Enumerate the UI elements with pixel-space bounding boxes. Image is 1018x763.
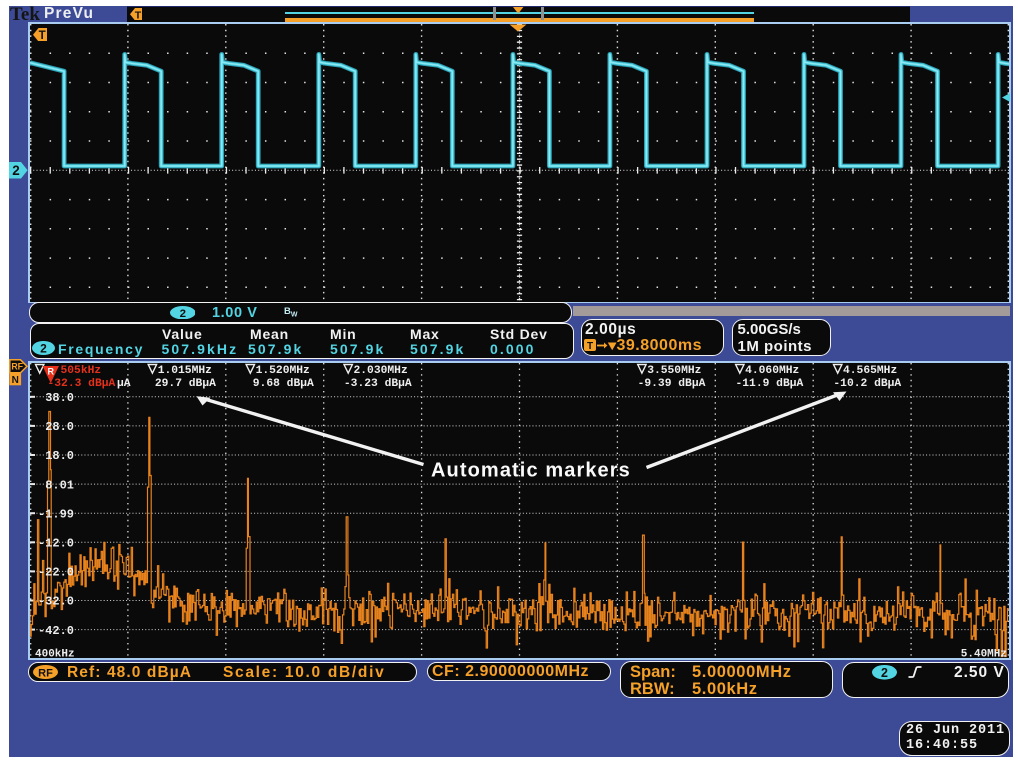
svg-text:18.0: 18.0 xyxy=(45,449,74,463)
svg-text:-3.23 dBµA: -3.23 dBµA xyxy=(344,378,412,390)
svg-text:RF: RF xyxy=(11,361,23,371)
svg-text:9.68 dBµA: 9.68 dBµA xyxy=(253,378,314,390)
svg-text:1.520MHz: 1.520MHz xyxy=(256,365,310,377)
svg-text:Automatic markers: Automatic markers xyxy=(431,460,631,482)
svg-text:400kHz: 400kHz xyxy=(35,649,75,659)
svg-text:3.550MHz: 3.550MHz xyxy=(647,365,701,377)
svg-text:-10.2 dBµA: -10.2 dBµA xyxy=(833,378,901,390)
svg-text:µA: µA xyxy=(117,378,131,390)
svg-text:T: T xyxy=(587,341,593,351)
svg-text:1.015MHz: 1.015MHz xyxy=(158,365,212,377)
svg-text:8.01: 8.01 xyxy=(45,478,74,492)
svg-text:-9.39 dBµA: -9.39 dBµA xyxy=(638,378,706,390)
svg-text:T: T xyxy=(134,9,141,20)
svg-text:29.7 dBµA: 29.7 dBµA xyxy=(155,378,216,390)
svg-text:-32.3 dBµA: -32.3 dBµA xyxy=(48,378,116,390)
svg-text:2: 2 xyxy=(179,308,185,319)
svg-text:-11.9 dBµA: -11.9 dBµA xyxy=(736,378,804,390)
svg-text:R: R xyxy=(48,367,55,377)
svg-text:28.0: 28.0 xyxy=(45,420,74,434)
svg-text:5.40MHz: 5.40MHz xyxy=(961,649,1007,659)
svg-text:T: T xyxy=(39,30,46,42)
svg-text:4.565MHz: 4.565MHz xyxy=(843,365,897,377)
svg-text:2: 2 xyxy=(881,666,888,680)
svg-text:-12.0: -12.0 xyxy=(38,537,74,551)
svg-text:-32.0: -32.0 xyxy=(38,595,74,609)
svg-text:2.030MHz: 2.030MHz xyxy=(354,365,408,377)
svg-text:RF: RF xyxy=(38,667,53,679)
svg-text:-22.0: -22.0 xyxy=(38,566,74,580)
svg-text:N: N xyxy=(12,375,19,386)
svg-text:-42.0: -42.0 xyxy=(38,624,74,638)
svg-text:2: 2 xyxy=(40,341,47,355)
svg-text:-1.99: -1.99 xyxy=(38,507,74,521)
svg-text:2: 2 xyxy=(12,163,20,178)
svg-text:38.0: 38.0 xyxy=(45,391,74,405)
svg-text:4.060MHz: 4.060MHz xyxy=(745,365,799,377)
svg-text:505kHz: 505kHz xyxy=(61,365,102,377)
